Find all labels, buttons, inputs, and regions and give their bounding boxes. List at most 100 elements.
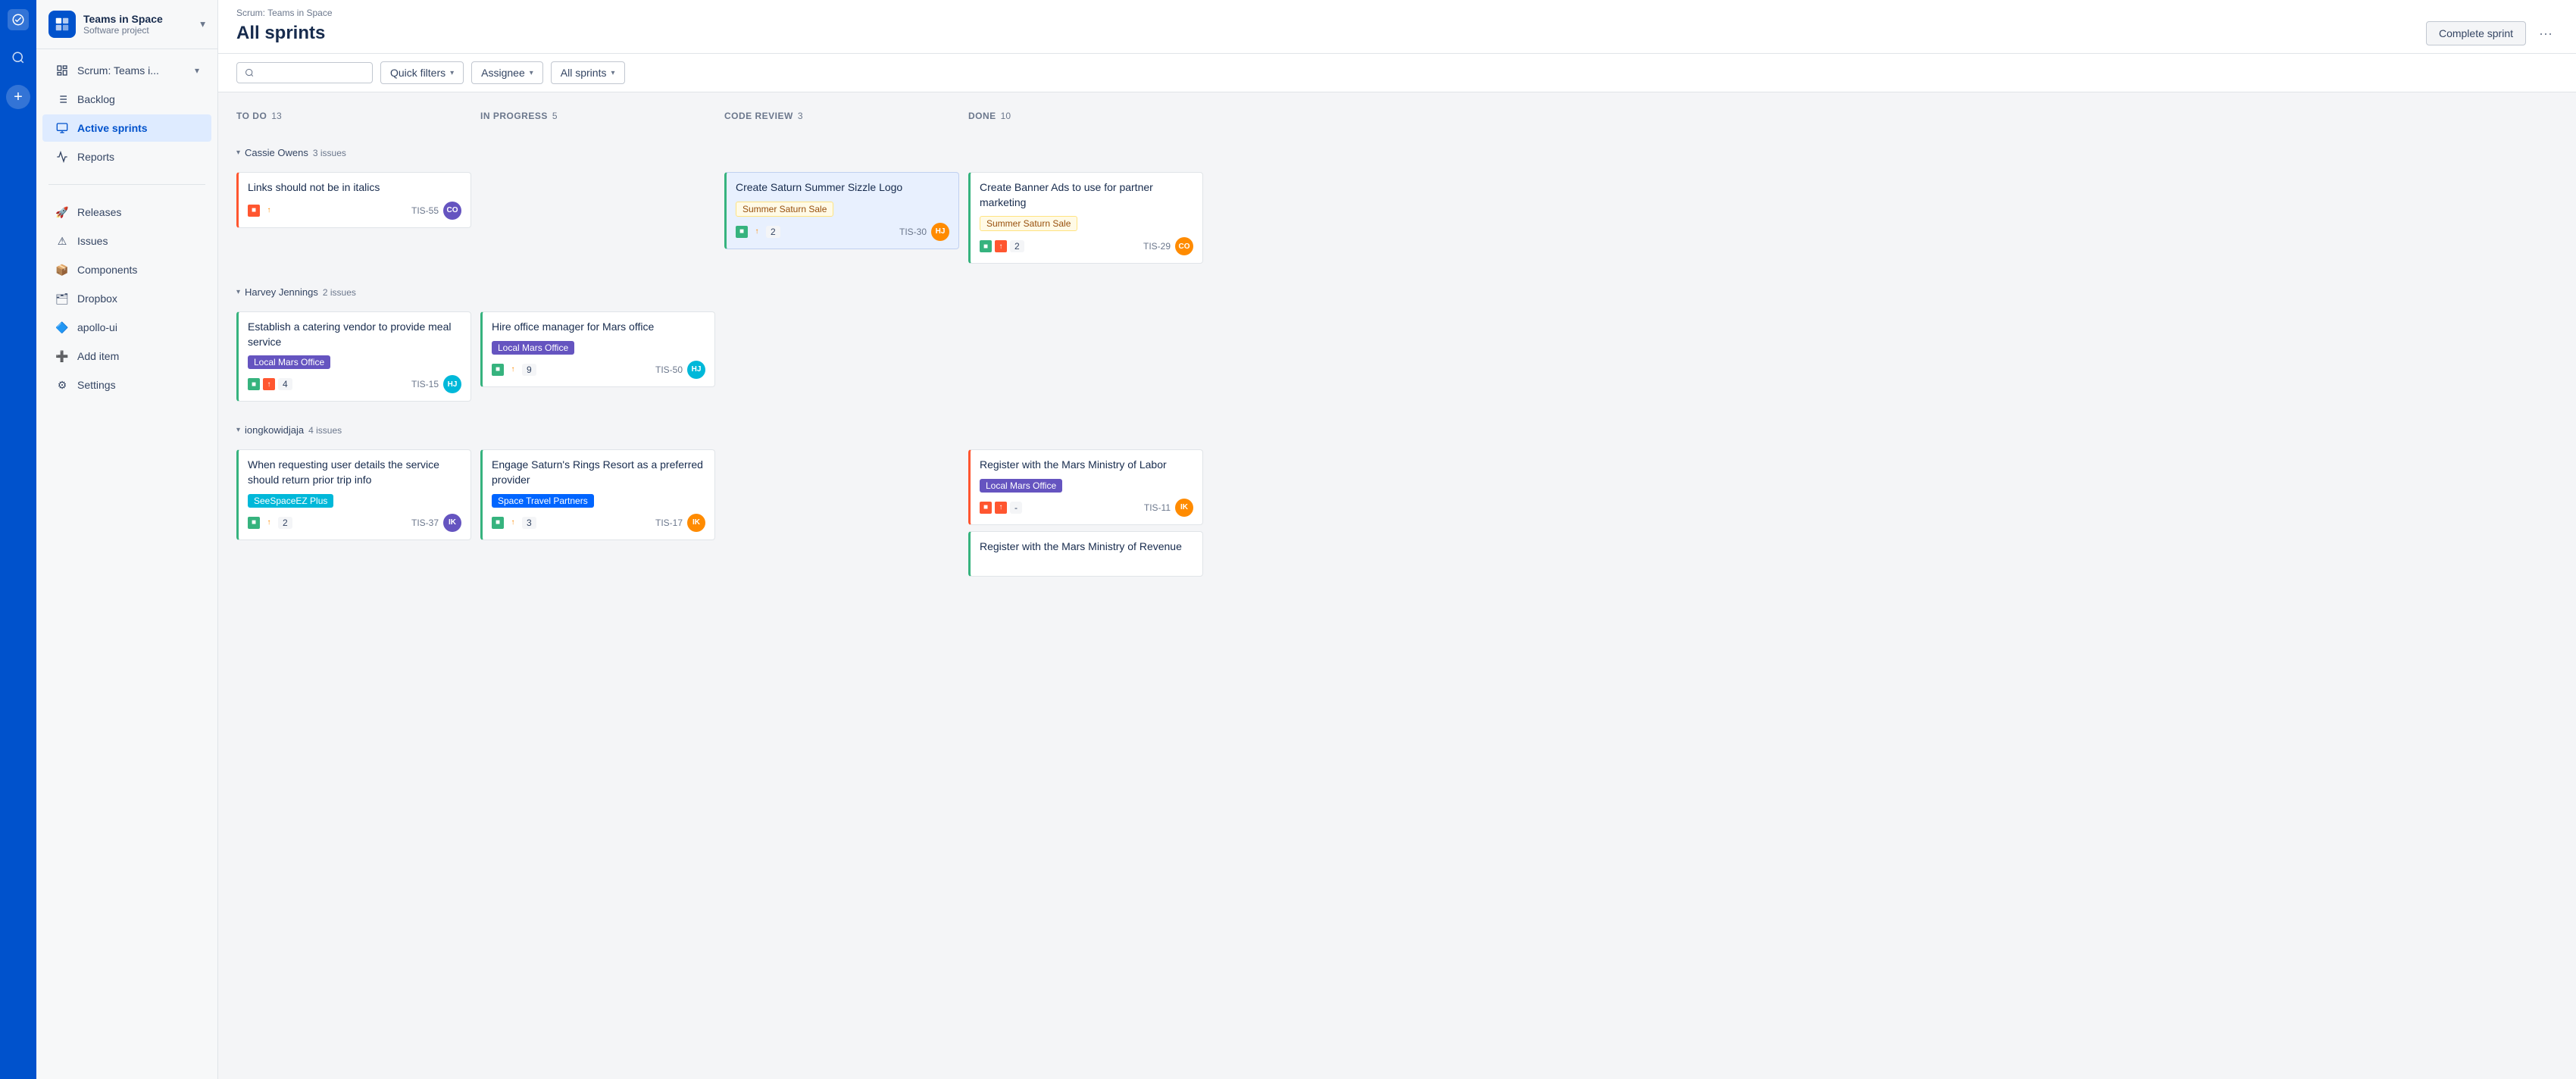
- quick-filters-button[interactable]: Quick filters ▾: [380, 61, 464, 84]
- board-icon: [55, 63, 70, 78]
- col-count-codereview: 3: [798, 111, 803, 121]
- card-tis50[interactable]: Hire office manager for Mars office Loca…: [480, 311, 715, 387]
- rail-search[interactable]: [6, 45, 30, 70]
- apollo-icon: 🔷: [55, 320, 70, 335]
- nav-backlog-label: Backlog: [77, 93, 115, 105]
- app-logo[interactable]: [8, 9, 29, 30]
- card-tis37[interactable]: When requesting user details the service…: [236, 449, 471, 540]
- card-tis15[interactable]: Establish a catering vendor to provide m…: [236, 311, 471, 402]
- badge: -: [1010, 502, 1022, 514]
- nav-settings-label: Settings: [77, 379, 116, 391]
- group-harvey-header[interactable]: ▾ Harvey Jennings 2 issues: [236, 279, 1203, 302]
- avatar: HJ: [931, 223, 949, 241]
- nav-add-item[interactable]: ➕ Add item: [42, 342, 211, 370]
- issues-icon: ⚠: [55, 233, 70, 249]
- col-title-inprogress: IN PROGRESS: [480, 111, 548, 121]
- nav-active-sprints-label: Active sprints: [77, 122, 148, 134]
- col-count-todo: 13: [271, 111, 281, 121]
- card-tag: Summer Saturn Sale: [980, 216, 1077, 231]
- project-name: Teams in Space: [83, 13, 192, 25]
- avatar: HJ: [687, 361, 705, 379]
- iong-codereview-col: [724, 449, 959, 583]
- card-id: TIS-50: [655, 364, 683, 375]
- group-iong-header[interactable]: ▾ iongkowidjaja 4 issues: [236, 417, 1203, 440]
- card-mars-revenue[interactable]: Register with the Mars Ministry of Reven…: [968, 531, 1203, 577]
- components-icon: 📦: [55, 262, 70, 277]
- avatar: CO: [1175, 237, 1193, 255]
- column-header-done: DONE 10: [968, 105, 1203, 130]
- card-id: TIS-37: [411, 518, 439, 528]
- col-count-inprogress: 5: [552, 111, 558, 121]
- nav-backlog[interactable]: Backlog: [42, 86, 211, 113]
- sidebar-nav: Scrum: Teams i... ▾ Backlog Active sprin…: [36, 49, 217, 178]
- iong-inprogress-col: Engage Saturn's Rings Resort as a prefer…: [480, 449, 715, 583]
- nav-settings[interactable]: ⚙ Settings: [42, 371, 211, 399]
- card-tis30[interactable]: Create Saturn Summer Sizzle Logo Summer …: [724, 172, 959, 249]
- card-footer: ■ ↑ 9 TIS-50 HJ: [492, 361, 705, 379]
- project-chevron[interactable]: ▾: [200, 18, 205, 30]
- card-id: TIS-11: [1144, 502, 1171, 513]
- group-issues-count: 3 issues: [313, 148, 346, 158]
- avatar: HJ: [443, 375, 461, 393]
- more-options-button[interactable]: ···: [2534, 21, 2558, 45]
- harvey-done-col: [968, 311, 1203, 408]
- card-tis55[interactable]: Links should not be in italics ■ ↑ TIS-5…: [236, 172, 471, 228]
- column-header-codereview: CODE REVIEW 3: [724, 105, 959, 130]
- cassie-codereview-col: Create Saturn Summer Sizzle Logo Summer …: [724, 172, 959, 270]
- breadcrumb: Scrum: Teams in Space: [236, 8, 2558, 18]
- search-input[interactable]: [258, 67, 364, 79]
- card-tis29[interactable]: Create Banner Ads to use for partner mar…: [968, 172, 1203, 264]
- card-icons: ■ ↑ 9: [492, 364, 651, 376]
- column-header-inprogress: IN PROGRESS 5: [480, 105, 715, 130]
- all-sprints-chevron: ▾: [611, 69, 614, 77]
- main-content: Scrum: Teams in Space All sprints Comple…: [218, 0, 2576, 1079]
- complete-sprint-button[interactable]: Complete sprint: [2426, 21, 2526, 45]
- toolbar: Quick filters ▾ Assignee ▾ All sprints ▾: [218, 54, 2576, 92]
- story-icon: ■: [492, 364, 504, 376]
- nav-reports[interactable]: Reports: [42, 143, 211, 170]
- all-sprints-label: All sprints: [561, 67, 607, 79]
- badge: 2: [1010, 240, 1024, 252]
- page-title-row: All sprints Complete sprint ···: [236, 21, 2558, 53]
- col-title-todo: TO DO: [236, 111, 267, 121]
- nav-dropbox[interactable]: 🗂 Dropbox: [42, 285, 211, 312]
- card-id: TIS-55: [411, 205, 439, 216]
- group-issues-count: 4 issues: [308, 425, 342, 436]
- nav-issues[interactable]: ⚠ Issues: [42, 227, 211, 255]
- all-sprints-button[interactable]: All sprints ▾: [551, 61, 625, 84]
- group-name: iongkowidjaja: [245, 424, 304, 436]
- card-tis17[interactable]: Engage Saturn's Rings Resort as a prefer…: [480, 449, 715, 540]
- nav-components[interactable]: 📦 Components: [42, 256, 211, 283]
- dropbox-icon: 🗂: [55, 291, 70, 306]
- card-title: Create Banner Ads to use for partner mar…: [980, 180, 1193, 210]
- nav-components-label: Components: [77, 264, 137, 276]
- badge: 2: [766, 226, 780, 238]
- priority-icon: ↑: [507, 364, 519, 376]
- card-tis11[interactable]: Register with the Mars Ministry of Labor…: [968, 449, 1203, 525]
- list-icon: [55, 92, 70, 107]
- nav-active-sprints[interactable]: Active sprints: [42, 114, 211, 142]
- card-footer: ■ ↑ 2 TIS-29 CO: [980, 237, 1193, 255]
- sidebar-divider: [48, 184, 205, 185]
- nav-apollo-label: apollo-ui: [77, 321, 117, 333]
- group-cassie-header[interactable]: ▾ Cassie Owens 3 issues: [236, 139, 1203, 163]
- card-footer: ■ ↑ 2 TIS-37 IK: [248, 514, 461, 532]
- avatar: IK: [687, 514, 705, 532]
- nav-scrum[interactable]: Scrum: Teams i... ▾: [42, 57, 211, 84]
- card-icons: ■ ↑ -: [980, 502, 1140, 514]
- rail-add[interactable]: +: [6, 85, 30, 109]
- assignee-button[interactable]: Assignee ▾: [471, 61, 543, 84]
- cassie-inprogress-col: [480, 172, 715, 270]
- priority-icon: ↑: [263, 205, 275, 217]
- project-info: Teams in Space Software project: [83, 13, 192, 36]
- story-icon: ■: [736, 226, 748, 238]
- nav-apollo-ui[interactable]: 🔷 apollo-ui: [42, 314, 211, 341]
- group-toggle: ▾: [236, 149, 240, 157]
- harvey-todo-col: Establish a catering vendor to provide m…: [236, 311, 471, 408]
- card-title: Establish a catering vendor to provide m…: [248, 320, 461, 349]
- priority-icon: ↑: [263, 378, 275, 390]
- nav-releases[interactable]: 🚀 Releases: [42, 199, 211, 226]
- search-box[interactable]: [236, 62, 373, 83]
- cassie-done-col: Create Banner Ads to use for partner mar…: [968, 172, 1203, 270]
- card-icons: ■ ↑ 2: [980, 240, 1139, 252]
